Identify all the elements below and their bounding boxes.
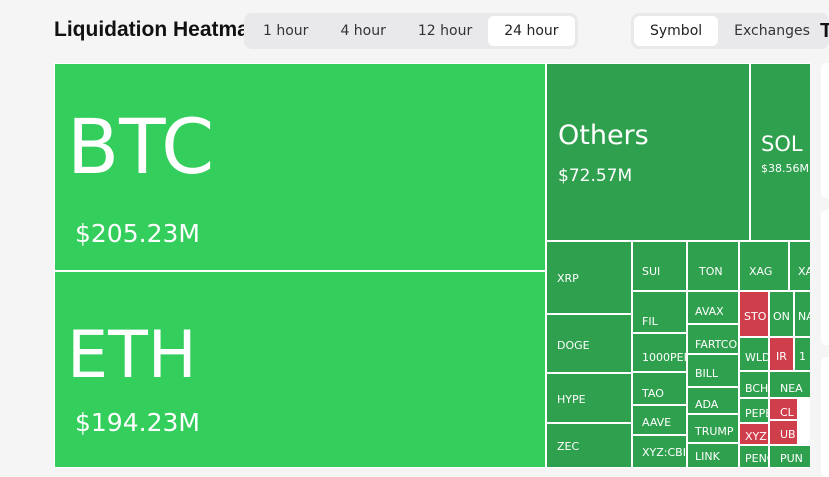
heatmap-tile-fil[interactable]: FIL (632, 291, 687, 333)
heatmap-tile-eth[interactable]: ETH $194.23M (54, 271, 546, 468)
heatmap-tile-tao[interactable]: TAO (632, 372, 687, 405)
heatmap-tile-avax[interactable]: AVAX (687, 291, 739, 324)
tile-symbol: PUN (780, 452, 803, 465)
heatmap-tile-pepe[interactable]: PEPE (739, 398, 769, 423)
tile-symbol: AAVE (642, 416, 672, 429)
heatmap-tile-xyz[interactable]: XYZ: (739, 423, 769, 445)
tile-symbol: STO (744, 310, 767, 323)
side-panel-title: T (820, 20, 829, 42)
time-range-tabs: 1 hour 4 hour 12 hour 24 hour (244, 13, 578, 49)
tile-symbol: 1000PEP (642, 351, 687, 364)
heatmap-tile-xrp[interactable]: XRP (546, 241, 632, 314)
group-by-tabs: Symbol Exchanges (631, 13, 829, 49)
heatmap-tile-fartco[interactable]: FARTCO (687, 324, 739, 354)
heatmap-tile-xau[interactable]: XAU (789, 241, 810, 291)
tile-value: $38.56M (761, 162, 809, 175)
side-panel-card (821, 357, 829, 477)
tile-symbol: BTC (67, 102, 215, 191)
tile-symbol: BCH (745, 382, 769, 395)
heatmap-tile-xag[interactable]: XAG (739, 241, 789, 291)
heatmap-tile-sol[interactable]: SOL $38.56M (750, 63, 810, 241)
tab-24-hour[interactable]: 24 hour (488, 16, 575, 46)
heatmap-tile-others[interactable]: Others $72.57M (546, 63, 750, 241)
heatmap-tile-pun[interactable]: PUN (769, 445, 810, 468)
tile-symbol: FIL (642, 315, 658, 328)
tile-symbol: Others (558, 120, 649, 151)
heatmap-tile-peng[interactable]: PENG (739, 445, 769, 468)
side-panel-card (821, 210, 829, 345)
heatmap-tile-1[interactable]: 1 (794, 337, 810, 371)
heatmap-tile-on[interactable]: ON (769, 291, 794, 337)
heatmap-tile-link[interactable]: LINK (687, 443, 739, 468)
heatmap-tile-hype[interactable]: HYPE (546, 373, 632, 423)
tile-symbol: IR (776, 350, 787, 363)
tile-symbol: NEA (780, 382, 803, 395)
tile-symbol: XYZ: (745, 430, 769, 443)
tab-4-hour[interactable]: 4 hour (324, 16, 401, 46)
tile-symbol: ETH (67, 318, 197, 393)
tile-symbol: XAU (798, 265, 810, 278)
tile-symbol: 1 (799, 350, 806, 363)
tile-symbol: PEPE (745, 407, 768, 420)
tile-symbol: XRP (557, 272, 579, 285)
tile-symbol: ADA (695, 398, 719, 411)
tile-symbol: BILL (695, 367, 719, 380)
tile-symbol: WLD (745, 351, 769, 364)
tile-symbol: NA (798, 310, 810, 323)
heatmap-tile-sui[interactable]: SUI (632, 241, 687, 291)
tile-value: $194.23M (75, 408, 200, 437)
heatmap-tile-trump[interactable]: TRUMP (687, 414, 739, 443)
page-title: Liquidation Heatmap (54, 18, 262, 41)
tile-symbol: ON (773, 310, 790, 323)
tile-symbol: ZEC (557, 440, 580, 453)
heatmap-tile-bill[interactable]: BILL (687, 354, 739, 387)
tile-symbol: DOGE (557, 339, 590, 352)
liquidation-heatmap: BTC $205.23M ETH $194.23M Others $72.57M SOL $3… (54, 63, 810, 468)
tile-symbol: PENG (745, 452, 768, 465)
tile-symbol: UB (780, 428, 796, 441)
heatmap-tile-nea[interactable]: NEA (769, 371, 810, 398)
tile-symbol: HYPE (557, 393, 586, 406)
heatmap-tile-ton[interactable]: TON (687, 241, 739, 291)
tile-symbol: FARTCO (695, 338, 738, 351)
heatmap-tile-sto[interactable]: STO (739, 291, 769, 337)
heatmap-tile-ir[interactable]: IR (769, 337, 794, 371)
heatmap-tile-bch[interactable]: BCH (739, 371, 769, 398)
tile-symbol: LINK (695, 450, 720, 463)
heatmap-tile-btc[interactable]: BTC $205.23M (54, 63, 546, 271)
heatmap-tile-wld[interactable]: WLD (739, 337, 769, 371)
heatmap-tile-ub[interactable]: UB (769, 420, 798, 445)
heatmap-tile-xyz-cbi[interactable]: XYZ:CBI (632, 435, 687, 468)
heatmap-tile-zec[interactable]: ZEC (546, 423, 632, 468)
heatmap-tile-doge[interactable]: DOGE (546, 314, 632, 373)
tab-symbol[interactable]: Symbol (634, 16, 719, 46)
tile-value: $205.23M (75, 219, 200, 248)
tile-symbol: SUI (642, 265, 661, 278)
tab-1-hour[interactable]: 1 hour (247, 16, 324, 46)
tab-exchanges[interactable]: Exchanges (718, 16, 826, 46)
tile-symbol: CL (780, 406, 794, 419)
heatmap-tile-cl[interactable]: CL (769, 398, 798, 420)
tile-symbol: XYZ:CBI (642, 446, 686, 459)
tile-value: $72.57M (558, 166, 633, 186)
tile-symbol: XAG (749, 265, 773, 278)
heatmap-tile-ada[interactable]: ADA (687, 387, 739, 414)
tile-symbol: SOL (761, 132, 803, 156)
tile-symbol: AVAX (695, 305, 724, 318)
heatmap-tile-1000pep[interactable]: 1000PEP (632, 333, 687, 372)
tile-symbol: TON (699, 265, 723, 278)
tile-symbol: TRUMP (695, 425, 734, 438)
tile-symbol: TAO (642, 387, 664, 400)
side-panel-card (821, 63, 829, 198)
heatmap-tile-na[interactable]: NA (794, 291, 810, 337)
heatmap-tile-aave[interactable]: AAVE (632, 405, 687, 435)
tab-12-hour[interactable]: 12 hour (402, 16, 488, 46)
